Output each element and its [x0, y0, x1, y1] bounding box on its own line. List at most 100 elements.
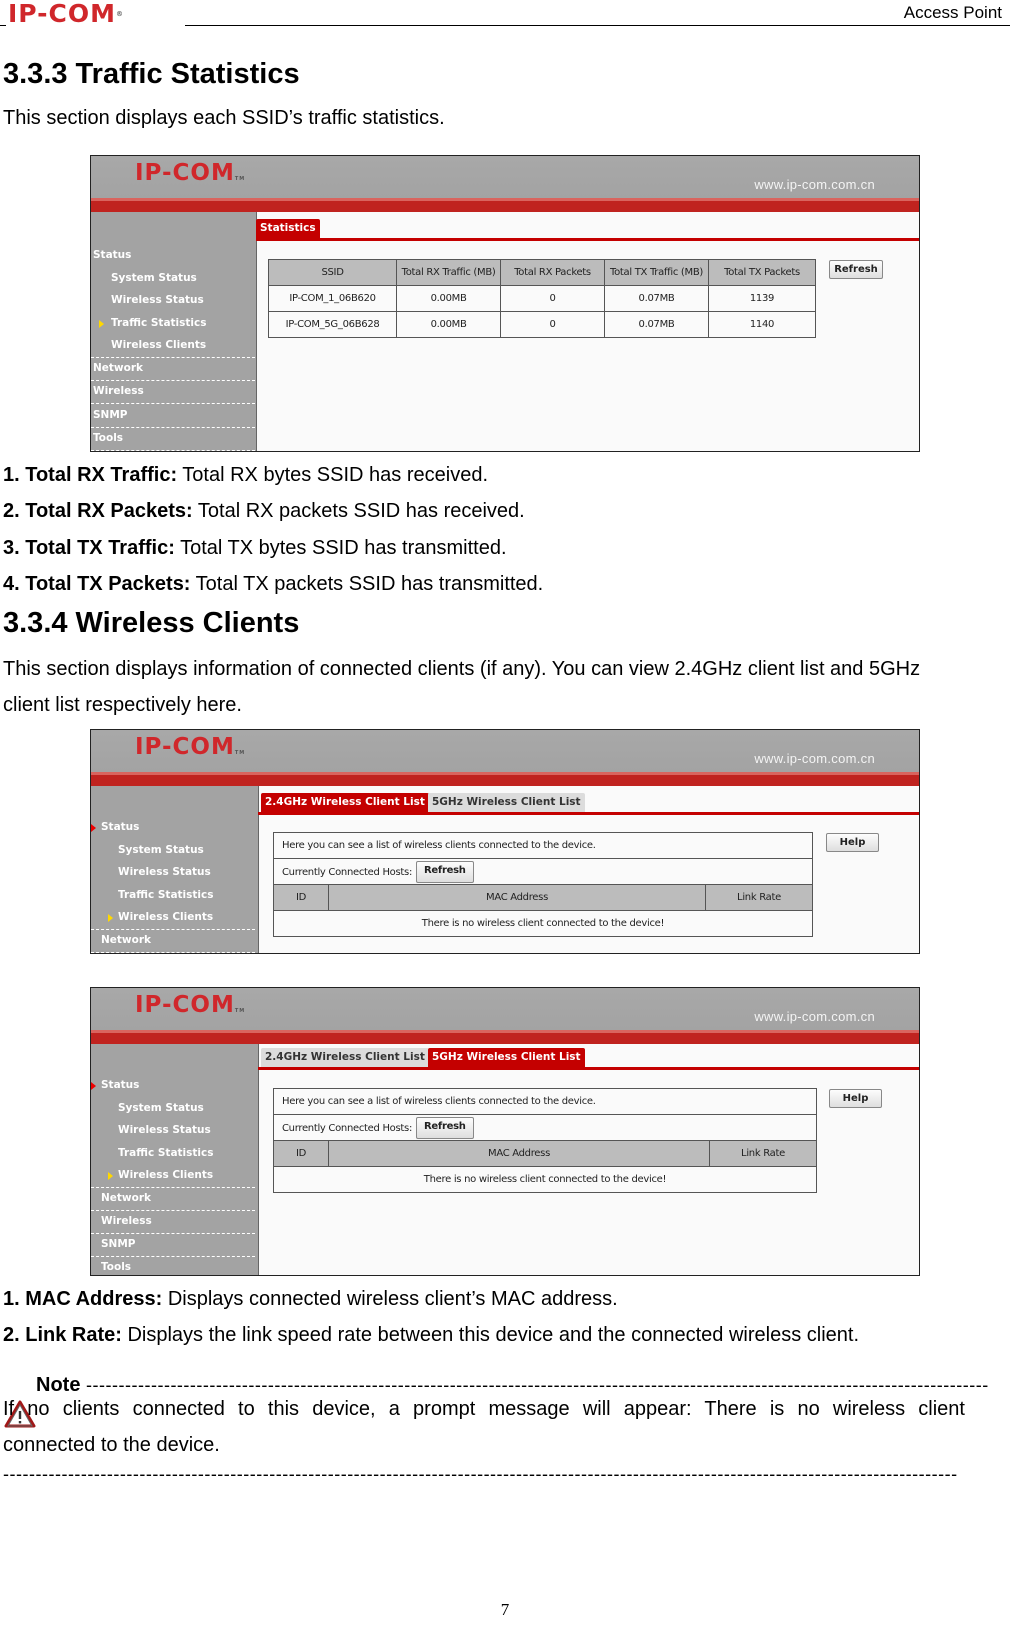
selected-arrow-icon — [108, 1172, 113, 1180]
empty-row: There is no wireless client connected to… — [273, 1166, 817, 1193]
sidebar-item-network[interactable]: Network — [101, 1192, 151, 1204]
router-url: www.ip-com.com.cn — [754, 751, 875, 766]
tab-5ghz-client-list[interactable]: 5GHz Wireless Client List — [428, 1048, 585, 1067]
empty-row: There is no wireless client connected to… — [273, 910, 813, 937]
column-header: Total TX Packets — [707, 259, 817, 286]
tx-traffic-cell: 0.07MB — [604, 285, 709, 312]
table-header-row: ID MAC Address Link Rate — [273, 1140, 817, 1167]
sidebar-item-tools[interactable]: Tools — [101, 1261, 131, 1273]
ssid-cell: IP-COM_1_06B620 — [267, 285, 398, 312]
router-banner: IP-COMTM www.ip-com.com.cn — [91, 988, 919, 1030]
sidebar-item-tools[interactable]: Tools — [93, 432, 123, 444]
sidebar-divider — [91, 450, 255, 451]
table-description: Here you can see a list of wireless clie… — [273, 832, 813, 859]
sidebar-item-status[interactable]: Status — [101, 1079, 139, 1091]
sidebar-divider — [91, 952, 255, 953]
description-row: Here you can see a list of wireless clie… — [273, 1088, 817, 1115]
screenshot-24ghz-client-list: IP-COMTM www.ip-com.com.cn Status System… — [90, 729, 920, 954]
sidebar-item-wireless[interactable]: Wireless — [101, 1215, 152, 1227]
sidebar: Status System Status Wireless Status Tra… — [91, 1044, 259, 1275]
page-number: 7 — [500, 1600, 510, 1619]
sidebar-item-snmp[interactable]: SNMP — [101, 1238, 136, 1250]
sidebar-item-snmp[interactable]: SNMP — [93, 409, 128, 421]
banner-red-bar — [91, 198, 919, 212]
column-header: MAC Address — [328, 1140, 710, 1167]
connected-hosts-cell: Currently Connected Hosts: Refresh — [273, 858, 813, 885]
table-header-row: SSID Total RX Traffic (MB) Total RX Pack… — [267, 259, 817, 286]
column-header: Total RX Packets — [500, 259, 606, 286]
sidebar-divider — [91, 403, 255, 404]
tab-24ghz-client-list[interactable]: 2.4GHz Wireless Client List — [261, 1048, 429, 1067]
column-header: ID — [273, 884, 329, 911]
column-header: ID — [273, 1140, 329, 1167]
sidebar-divider — [91, 357, 255, 358]
tab-underline — [258, 1067, 919, 1070]
sidebar-item-system-status[interactable]: System Status — [118, 1102, 204, 1114]
tab-underline — [256, 238, 919, 241]
router-url: www.ip-com.com.cn — [754, 1009, 875, 1024]
router-logo: IP-COMTM — [135, 160, 246, 186]
empty-message: There is no wireless client connected to… — [273, 1166, 817, 1193]
connected-hosts-label: Currently Connected Hosts: — [282, 1122, 413, 1134]
document-title: Access Point — [903, 3, 1002, 22]
wireless-client-table: Here you can see a list of wireless clie… — [273, 1088, 817, 1193]
column-header: SSID — [267, 259, 398, 286]
router-banner: IP-COMTM www.ip-com.com.cn — [91, 730, 919, 772]
sidebar-divider — [91, 929, 255, 930]
help-button[interactable]: Help — [826, 833, 879, 852]
sidebar-item-wireless-clients[interactable]: Wireless Clients — [118, 1169, 213, 1181]
selected-arrow-icon — [99, 320, 104, 328]
sidebar-item-status[interactable]: Status — [101, 821, 139, 833]
sidebar-item-wireless-clients[interactable]: Wireless Clients — [118, 911, 213, 923]
sidebar-item-wireless[interactable]: Wireless — [93, 385, 144, 397]
definition-total-tx-traffic: 3. Total TX Traffic: Total TX bytes SSID… — [3, 537, 507, 559]
description-row: Here you can see a list of wireless clie… — [273, 832, 813, 859]
tab-24ghz-client-list[interactable]: 2.4GHz Wireless Client List — [261, 793, 429, 812]
column-header: Link Rate — [705, 884, 813, 911]
sidebar-item-status[interactable]: Status — [93, 249, 131, 261]
note-text: If no clients connected to this device, … — [3, 1398, 965, 1420]
traffic-statistics-table: SSID Total RX Traffic (MB) Total RX Pack… — [267, 259, 817, 338]
tx-packets-cell: 1139 — [707, 285, 817, 312]
sidebar-divider — [91, 1256, 255, 1257]
sidebar-item-traffic-statistics[interactable]: Traffic Statistics — [118, 889, 214, 901]
definition-total-rx-packets: 2. Total RX Packets: Total RX packets SS… — [3, 500, 525, 522]
router-url: www.ip-com.com.cn — [754, 177, 875, 192]
rx-traffic-cell: 0.00MB — [396, 285, 502, 312]
router-logo: IP-COMTM — [135, 992, 246, 1018]
sidebar-divider — [91, 427, 255, 428]
sidebar-divider — [91, 380, 255, 381]
sidebar-item-system-status[interactable]: System Status — [111, 272, 197, 284]
sidebar-item-wireless-status[interactable]: Wireless Status — [118, 866, 211, 878]
sidebar-item-network[interactable]: Network — [93, 362, 143, 374]
sidebar-item-wireless-clients[interactable]: Wireless Clients — [111, 339, 206, 351]
refresh-button[interactable]: Refresh — [829, 260, 883, 279]
sidebar-item-wireless-status[interactable]: Wireless Status — [111, 294, 204, 306]
column-header: MAC Address — [328, 884, 706, 911]
sidebar-item-traffic-statistics[interactable]: Traffic Statistics — [111, 317, 207, 329]
sidebar-divider — [91, 1187, 255, 1188]
tx-packets-cell: 1140 — [707, 311, 817, 338]
column-header: Total TX Traffic (MB) — [604, 259, 709, 286]
sidebar-item-system-status[interactable]: System Status — [118, 844, 204, 856]
help-button[interactable]: Help — [829, 1089, 882, 1108]
ssid-cell: IP-COM_5G_06B628 — [267, 311, 398, 338]
sidebar: Status System Status Wireless Status Tra… — [91, 212, 257, 451]
definition-link-rate: 2. Link Rate: Displays the link speed ra… — [3, 1324, 860, 1346]
definition-total-tx-packets: 4. Total TX Packets: Total TX packets SS… — [3, 573, 544, 595]
refresh-button[interactable]: Refresh — [416, 860, 474, 883]
connected-hosts-label: Currently Connected Hosts: — [282, 866, 413, 878]
sidebar-item-wireless-status[interactable]: Wireless Status — [118, 1124, 211, 1136]
note-end-divider: ----------------------------------------… — [3, 1464, 958, 1484]
refresh-button[interactable]: Refresh — [416, 1116, 474, 1139]
tab-5ghz-client-list[interactable]: 5GHz Wireless Client List — [428, 793, 585, 812]
sidebar-divider — [91, 1233, 255, 1234]
screenshot-traffic-statistics: IP-COMTM www.ip-com.com.cn Status System… — [90, 155, 920, 452]
tab-statistics[interactable]: Statistics — [256, 219, 320, 238]
sidebar: Status System Status Wireless Status Tra… — [91, 786, 259, 953]
sidebar-item-traffic-statistics[interactable]: Traffic Statistics — [118, 1147, 214, 1159]
ip-com-logo: IP-COM® — [8, 0, 125, 28]
rx-traffic-cell: 0.00MB — [396, 311, 502, 338]
selected-arrow-icon — [108, 914, 113, 922]
sidebar-item-network[interactable]: Network — [101, 934, 151, 946]
